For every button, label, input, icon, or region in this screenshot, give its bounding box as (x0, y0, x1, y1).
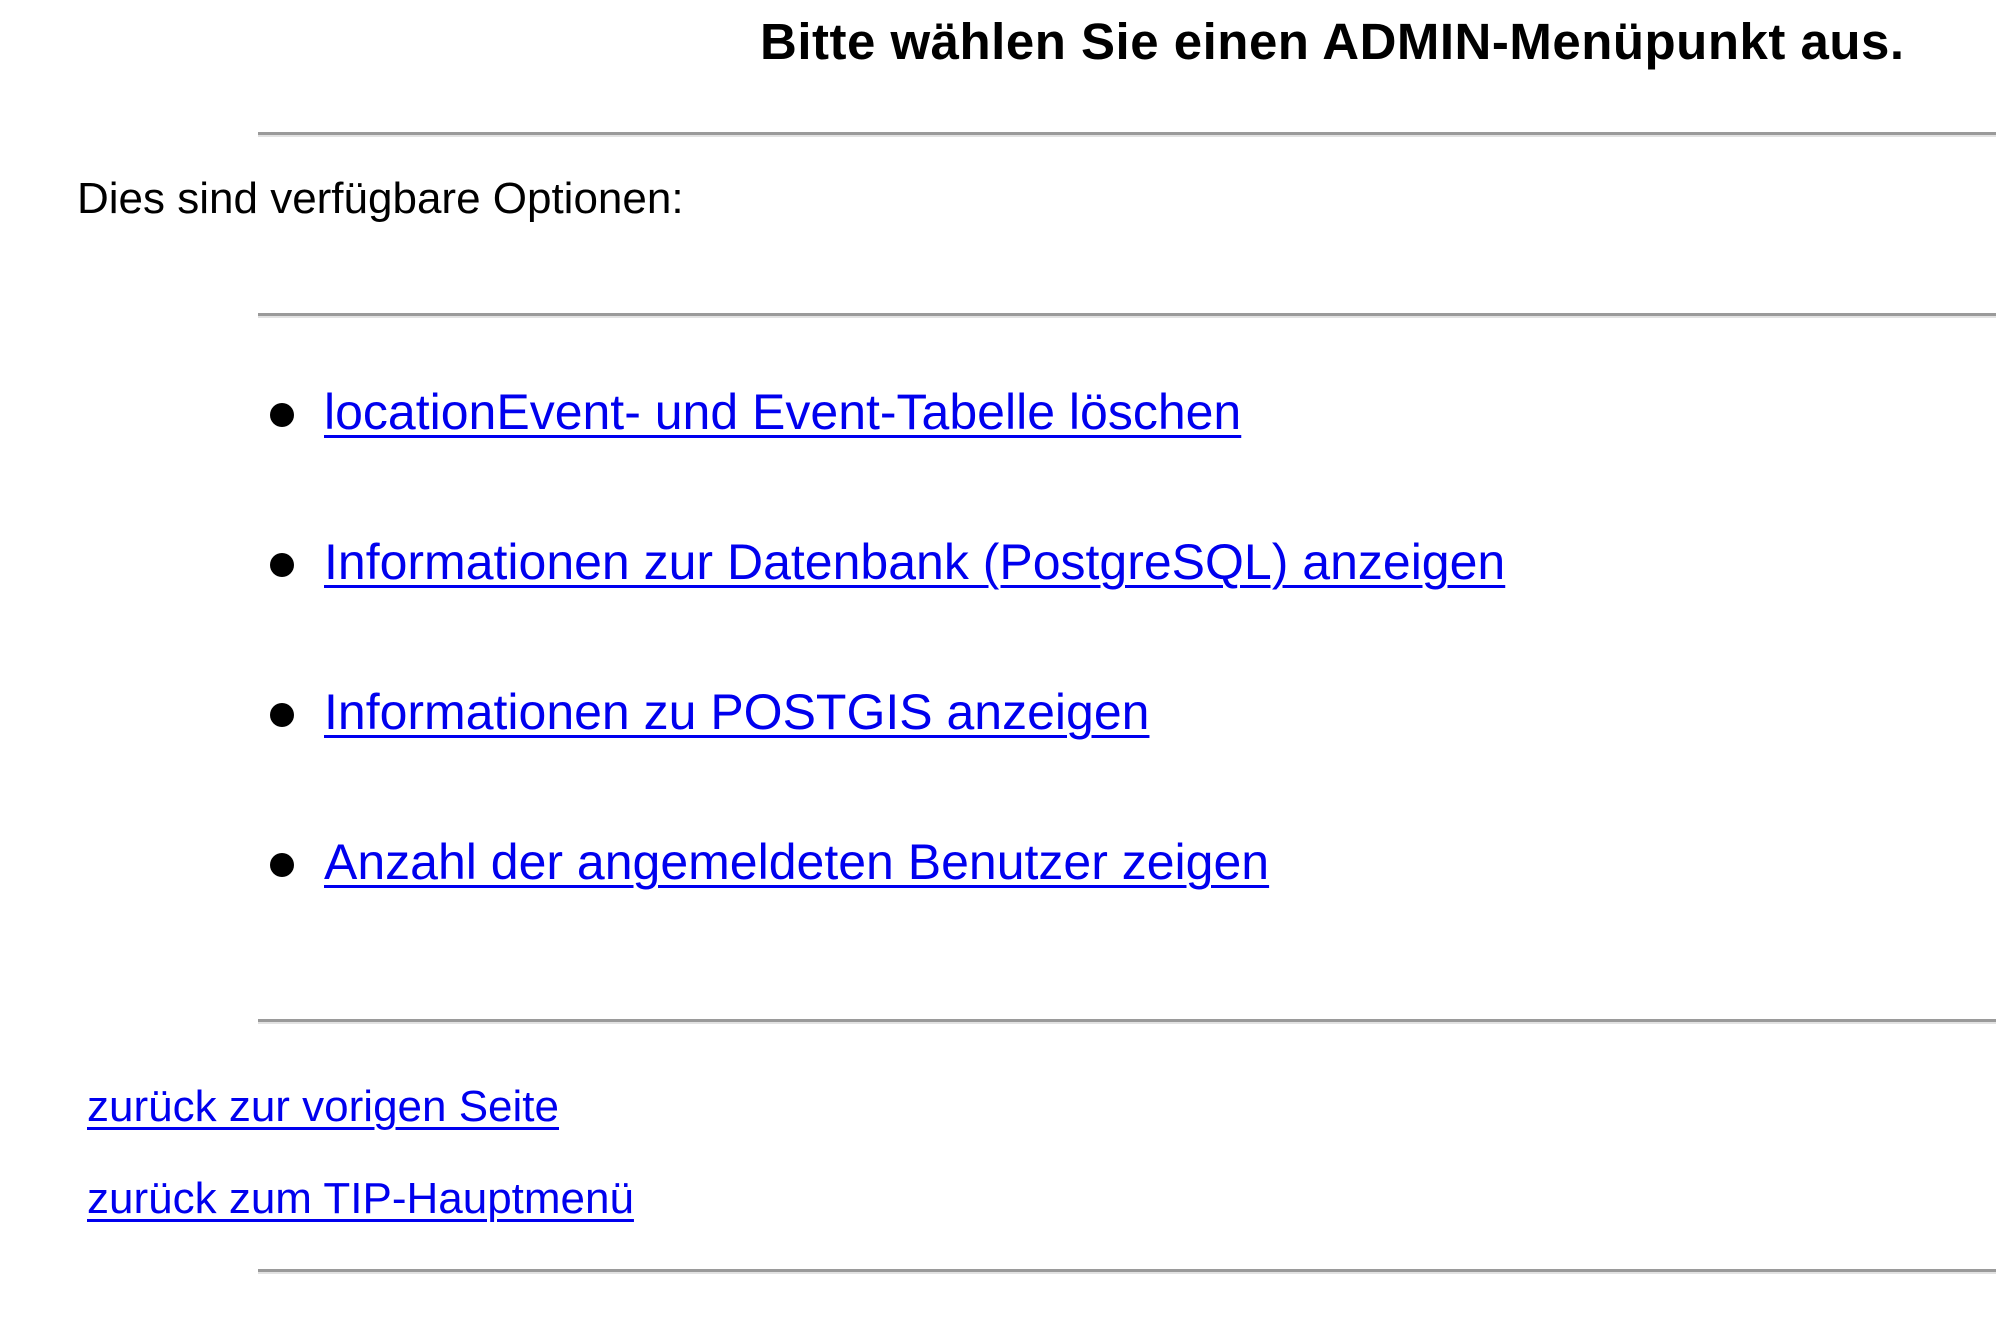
bullet-icon (270, 403, 294, 427)
list-item: Anzahl der angemeldeten Benutzer zeigen (270, 830, 1505, 980)
page-title: Bitte wählen Sie einen ADMIN-Menüpunkt a… (760, 13, 1905, 70)
logged-in-users-link[interactable]: Anzahl der angemeldeten Benutzer zeigen (324, 830, 1269, 894)
bullet-icon (270, 703, 294, 727)
database-info-link[interactable]: Informationen zur Datenbank (PostgreSQL)… (324, 530, 1505, 594)
back-to-previous-page-link[interactable]: zurück zur vorigen Seite (87, 1080, 634, 1134)
back-to-main-menu-link[interactable]: zurück zum TIP-Hauptmenü (87, 1172, 634, 1226)
navigation-links: zurück zur vorigen Seite zurück zum TIP-… (87, 1080, 634, 1264)
delete-event-tables-link[interactable]: locationEvent- und Event-Tabelle löschen (324, 380, 1241, 444)
postgis-info-link[interactable]: Informationen zu POSTGIS anzeigen (324, 680, 1149, 744)
bullet-icon (270, 853, 294, 877)
divider (258, 1269, 1996, 1274)
list-item: Informationen zur Datenbank (PostgreSQL)… (270, 530, 1505, 680)
bullet-icon (270, 553, 294, 577)
list-item: Informationen zu POSTGIS anzeigen (270, 680, 1505, 830)
divider (258, 1019, 1996, 1024)
list-item: locationEvent- und Event-Tabelle löschen (270, 380, 1505, 530)
admin-options-list: locationEvent- und Event-Tabelle löschen… (270, 380, 1505, 980)
divider (258, 313, 1996, 318)
divider (258, 132, 1996, 137)
options-intro-text: Dies sind verfügbare Optionen: (77, 174, 684, 223)
